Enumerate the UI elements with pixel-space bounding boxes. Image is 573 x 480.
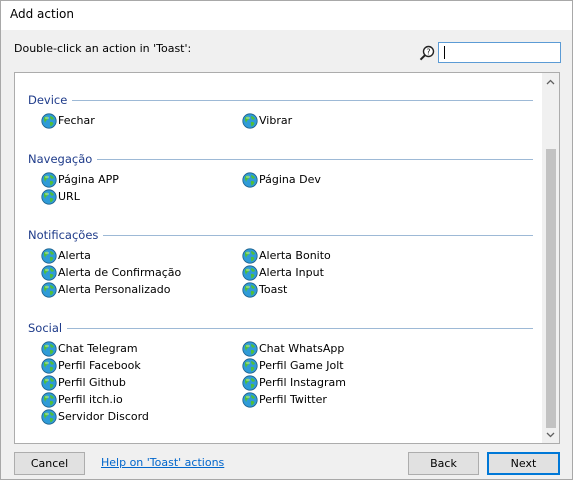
list-item-label: Perfil Twitter bbox=[259, 393, 327, 406]
list-item-label: Toast bbox=[259, 283, 288, 296]
list-item-label: Alerta Input bbox=[259, 266, 324, 279]
globe-icon bbox=[41, 374, 57, 391]
group-divider bbox=[67, 328, 533, 329]
group-header: Social bbox=[28, 321, 533, 335]
list-item[interactable]: Alerta Personalizado bbox=[41, 281, 170, 298]
list-item-label: Perfil Github bbox=[58, 376, 126, 389]
globe-icon bbox=[242, 281, 258, 298]
list-item-label: Perfil itch.io bbox=[58, 393, 123, 406]
list-item-label: Perfil Game Jolt bbox=[259, 359, 344, 372]
group-header: Device bbox=[28, 93, 533, 107]
group-divider bbox=[72, 100, 533, 101]
action-list[interactable]: Device Fechar Vibrar Navegação Página APP Pág… bbox=[14, 72, 560, 444]
list-item-label: Perfil Instagram bbox=[259, 376, 346, 389]
help-link[interactable]: Help on 'Toast' actions bbox=[101, 456, 224, 469]
list-item[interactable]: URL bbox=[41, 188, 80, 205]
list-item[interactable]: Perfil Twitter bbox=[242, 391, 327, 408]
title-bar: Add action bbox=[1, 1, 572, 30]
svg-text:?: ? bbox=[426, 48, 430, 57]
list-item[interactable]: Perfil Facebook bbox=[41, 357, 141, 374]
list-item-label: Chat WhatsApp bbox=[259, 342, 345, 355]
list-item-label: Página APP bbox=[58, 173, 119, 186]
search-icon[interactable]: ? bbox=[418, 44, 436, 62]
search-input[interactable] bbox=[438, 42, 561, 63]
list-item-label: URL bbox=[58, 190, 80, 203]
list-item-label: Alerta Bonito bbox=[259, 249, 331, 262]
list-item[interactable]: Vibrar bbox=[242, 112, 292, 129]
list-item[interactable]: Perfil Github bbox=[41, 374, 126, 391]
list-item-label: Perfil Facebook bbox=[58, 359, 141, 372]
globe-icon bbox=[242, 374, 258, 391]
globe-icon bbox=[242, 357, 258, 374]
group-divider bbox=[103, 235, 533, 236]
list-item[interactable]: Chat WhatsApp bbox=[242, 340, 344, 357]
list-item-label: Chat Telegram bbox=[58, 342, 138, 355]
list-item-label: Alerta de Confirmação bbox=[58, 266, 182, 279]
globe-icon bbox=[242, 247, 258, 264]
list-item[interactable]: Perfil itch.io bbox=[41, 391, 123, 408]
globe-icon bbox=[41, 281, 57, 298]
globe-icon bbox=[41, 188, 57, 205]
globe-icon bbox=[41, 408, 57, 425]
list-item-label: Alerta bbox=[58, 249, 91, 262]
list-item[interactable]: Alerta Bonito bbox=[242, 247, 331, 264]
vertical-scrollbar[interactable] bbox=[542, 73, 559, 443]
globe-icon bbox=[242, 340, 258, 357]
add-action-dialog: Add action Double-click an action in 'To… bbox=[0, 0, 573, 480]
list-item[interactable]: Alerta Input bbox=[242, 264, 324, 281]
group-header: Notificações bbox=[28, 228, 533, 242]
globe-icon bbox=[41, 357, 57, 374]
globe-icon bbox=[41, 264, 57, 281]
cancel-button[interactable]: Cancel bbox=[14, 452, 85, 475]
list-item-label: Vibrar bbox=[259, 114, 293, 127]
group-divider bbox=[97, 159, 533, 160]
chevron-down-icon bbox=[546, 432, 555, 437]
chevron-up-icon bbox=[546, 79, 555, 84]
list-item[interactable]: Servidor Discord bbox=[41, 408, 149, 425]
scroll-up-button[interactable] bbox=[542, 73, 559, 90]
window-title: Add action bbox=[10, 7, 74, 21]
globe-icon bbox=[41, 247, 57, 264]
globe-icon bbox=[242, 391, 258, 408]
group-title: Notificações bbox=[28, 228, 103, 242]
globe-icon bbox=[41, 340, 57, 357]
list-item-label: Página Dev bbox=[259, 173, 321, 186]
back-button[interactable]: Back bbox=[408, 452, 479, 475]
globe-icon bbox=[41, 171, 57, 188]
list-item[interactable]: Fechar bbox=[41, 112, 95, 129]
text-caret bbox=[444, 46, 445, 59]
group-header: Navegação bbox=[28, 152, 533, 166]
group-title: Social bbox=[28, 321, 67, 335]
list-item[interactable]: Perfil Instagram bbox=[242, 374, 346, 391]
list-item[interactable]: Alerta de Confirmação bbox=[41, 264, 181, 281]
next-button[interactable]: Next bbox=[487, 452, 560, 475]
list-item-label: Servidor Discord bbox=[58, 410, 149, 423]
globe-icon bbox=[41, 112, 57, 129]
list-item[interactable]: Página Dev bbox=[242, 171, 321, 188]
globe-icon bbox=[41, 391, 57, 408]
globe-icon bbox=[242, 112, 258, 129]
list-item[interactable]: Toast bbox=[242, 281, 287, 298]
list-item[interactable]: Página APP bbox=[41, 171, 119, 188]
list-item[interactable]: Alerta bbox=[41, 247, 91, 264]
list-item[interactable]: Chat Telegram bbox=[41, 340, 138, 357]
group-title: Navegação bbox=[28, 152, 97, 166]
list-item-label: Alerta Personalizado bbox=[58, 283, 171, 296]
globe-icon bbox=[242, 171, 258, 188]
list-item[interactable]: Perfil Game Jolt bbox=[242, 357, 344, 374]
instruction-text: Double-click an action in 'Toast': bbox=[14, 42, 192, 55]
scroll-down-button[interactable] bbox=[542, 426, 559, 443]
list-item-label: Fechar bbox=[58, 114, 95, 127]
group-title: Device bbox=[28, 93, 72, 107]
globe-icon bbox=[242, 264, 258, 281]
scroll-thumb[interactable] bbox=[546, 149, 556, 428]
